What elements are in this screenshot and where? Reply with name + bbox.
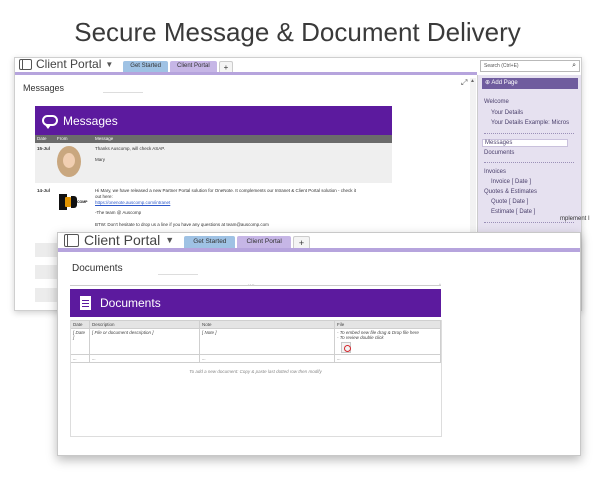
tab-get-started[interactable]: Get Started	[123, 61, 168, 72]
onenote-window-documents: Client Portal ▼ Get Started Client Porta…	[57, 232, 581, 456]
cell-date[interactable]: [ Date ]	[70, 328, 90, 355]
chevron-down-icon[interactable]: ▼	[165, 235, 174, 245]
expand-icon[interactable]: ⤢	[461, 78, 467, 88]
header-message: Message	[95, 136, 114, 141]
cell-date[interactable]: ...	[70, 354, 90, 363]
sidebar-item-quote-date[interactable]: Quote [ Date ]	[491, 199, 528, 205]
notebook-title[interactable]: Client Portal	[36, 58, 101, 71]
message-line: Hi Mary, we have released a new Partner …	[95, 188, 357, 193]
message-signature: Mary	[95, 157, 105, 162]
file-instruction: - To review double click	[337, 335, 384, 340]
sidebar-divider	[484, 222, 574, 223]
page-title: Documents	[72, 263, 123, 274]
notebook-title[interactable]: Client Portal	[84, 233, 160, 248]
document-icon	[80, 296, 91, 310]
cell-description[interactable]: ...	[89, 354, 200, 363]
sidebar-item-invoices[interactable]: Invoices	[484, 169, 506, 175]
tab-client-portal[interactable]: Client Portal	[169, 61, 217, 72]
table-header-row: Date Description Note File	[70, 320, 441, 329]
logo-text: COMP	[77, 200, 88, 204]
sidebar-item-fragment: mplement I	[560, 216, 590, 222]
message-line: Thanks Auscomp, will check ASAP.	[95, 146, 165, 151]
container-grip-icon[interactable]: ····	[248, 282, 255, 288]
note-container-bottom	[70, 436, 442, 437]
messages-grid-header: Date From Message	[35, 135, 392, 143]
sidebar-divider	[484, 133, 574, 134]
message-date: 15-Jul	[37, 146, 51, 151]
message-line: -The team @ Auscomp	[95, 210, 142, 215]
notebook-icon[interactable]	[19, 59, 32, 70]
banner-title: Documents	[100, 296, 161, 310]
documents-table: Date Description Note File [ Date ] [ Fi…	[70, 320, 441, 363]
search-input[interactable]: Search (Ctrl+E) ⌕	[480, 60, 580, 72]
cell-file[interactable]: - To embed new file drag & Drop file her…	[334, 328, 441, 355]
sidebar-item-your-details[interactable]: Your Details	[491, 110, 523, 116]
chat-bubble-icon	[42, 115, 58, 129]
add-document-hint: To add a new document: Copy & paste last…	[189, 369, 322, 374]
note-container-edge	[70, 320, 71, 436]
title-divider	[158, 274, 198, 275]
message-line: out here:	[95, 194, 113, 199]
title-divider	[103, 92, 143, 93]
notebook-icon[interactable]	[64, 234, 79, 247]
sidebar-item-messages[interactable]: Messages	[482, 139, 568, 147]
header-note: Note	[199, 320, 335, 329]
sidebar-item-documents[interactable]: Documents	[484, 150, 514, 156]
search-icon[interactable]: ⌕	[572, 61, 576, 71]
header-date: Date	[37, 136, 47, 141]
message-row: 15-Jul Thanks Auscomp, will check ASAP. …	[35, 143, 392, 183]
sidebar-item-details-example[interactable]: Your Details Example: Micros	[491, 120, 569, 126]
tab-add-section[interactable]: +	[218, 61, 234, 72]
documents-banner: Documents	[70, 289, 441, 317]
cell-note[interactable]: [ Note ]	[199, 328, 335, 355]
tab-client-portal[interactable]: Client Portal	[237, 236, 291, 248]
table-row[interactable]: ... ... ... ...	[70, 354, 441, 363]
page-headline: Secure Message & Document Delivery	[74, 17, 521, 47]
note-container-top	[70, 285, 441, 286]
sidebar-item-estimate-date[interactable]: Estimate [ Date ]	[491, 209, 535, 215]
sidebar-divider	[484, 162, 574, 163]
messages-banner: Messages	[35, 106, 392, 135]
table-row[interactable]: [ Date ] [ File or document description …	[70, 328, 441, 355]
cell-file[interactable]: ...	[334, 354, 441, 363]
tab-get-started[interactable]: Get Started	[184, 236, 236, 248]
sidebar-item-welcome[interactable]: Welcome	[484, 99, 509, 105]
header-date: Date	[70, 320, 90, 329]
sidebar-item-invoice-date[interactable]: Invoice [ Date ]	[491, 179, 531, 185]
tab-add-section[interactable]: +	[292, 236, 311, 248]
chevron-down-icon[interactable]: ▼	[105, 60, 113, 69]
pdf-file-icon[interactable]	[341, 342, 351, 353]
note-container-edge	[441, 320, 442, 436]
cell-note[interactable]: ...	[199, 354, 335, 363]
auscomp-logo: COMP	[59, 192, 88, 212]
add-page-button[interactable]: ⊕ Add Page	[482, 78, 578, 89]
add-page-label: Add Page	[491, 80, 518, 86]
banner-title: Messages	[63, 113, 118, 128]
notebook-titlebar: Client Portal ▼ Get Started Client Porta…	[58, 233, 580, 252]
page-title: Messages	[23, 83, 65, 93]
cell-description[interactable]: [ File or document description ]	[89, 328, 200, 355]
header-description: Description	[89, 320, 200, 329]
intranet-link[interactable]: https://onenote.auscomp.com/intranet	[95, 200, 170, 205]
container-resize-icon[interactable]: ▫	[439, 282, 441, 288]
header-from: From	[57, 136, 68, 141]
notebook-titlebar: Client Portal ▼ Get Started Client Porta…	[15, 58, 477, 75]
scroll-up-icon[interactable]: ▲	[470, 78, 475, 84]
avatar	[57, 146, 81, 177]
search-placeholder: Search (Ctrl+E)	[484, 63, 519, 69]
message-row: 14-Jul COMP Hi Mary, we have released a …	[35, 185, 392, 237]
sidebar-item-quotes[interactable]: Quotes & Estimates	[484, 189, 537, 195]
header-file: File	[334, 320, 441, 329]
message-line: BTW: Don't hesitate to drop us a line if…	[95, 222, 269, 227]
message-date: 14-Jul	[37, 188, 51, 193]
